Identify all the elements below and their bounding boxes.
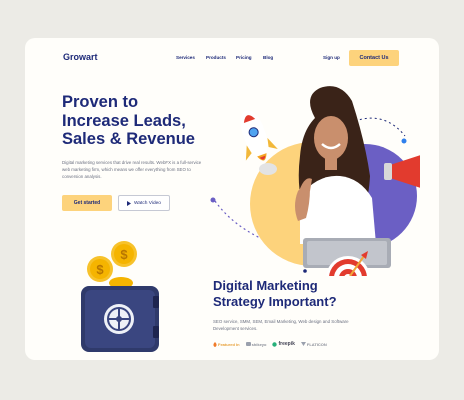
watch-video-label: Watch Video — [134, 200, 161, 206]
nav-link-services[interactable]: Services — [176, 55, 195, 60]
brand-freepik[interactable]: freepik — [272, 341, 295, 347]
vault-icon — [81, 286, 159, 352]
dot-top — [401, 138, 407, 144]
featured-label: Featured In — [213, 341, 240, 347]
nav-link-blog[interactable]: Blog — [263, 55, 273, 60]
logo[interactable]: Growart — [63, 52, 98, 62]
section-title: Digital Marketing Strategy Important? — [213, 278, 413, 310]
hero-description: Digital marketing services that drive re… — [62, 160, 202, 179]
landing-card: Growart Services Products Pricing Blog S… — [25, 38, 439, 360]
shikeyo-logo-icon — [245, 342, 251, 346]
watch-video-button[interactable]: Watch Video — [118, 195, 170, 211]
section-title-line-1: Digital Marketing — [213, 278, 318, 293]
dot-bottom — [303, 269, 307, 273]
coin-icon: $ — [87, 256, 113, 282]
flaticon-logo-icon — [300, 342, 306, 346]
signup-link[interactable]: Sign up — [323, 55, 340, 60]
contact-button[interactable]: Contact Us — [349, 50, 399, 66]
nav-link-pricing[interactable]: Pricing — [236, 55, 252, 60]
get-started-button[interactable]: Get started — [62, 195, 112, 211]
hero-headline-line-1: Proven to — [62, 93, 139, 111]
featured-label-text: Featured In — [218, 341, 240, 347]
vault-illustration: $ $ — [81, 241, 159, 352]
fire-icon — [213, 341, 217, 347]
dotted-path-top — [354, 117, 406, 137]
rocket-smoke — [259, 163, 277, 175]
brand-flaticon-label: FLATICON — [306, 341, 327, 347]
coin-icon: $ — [111, 241, 137, 267]
hero-headline-line-2: Increase Leads, — [62, 111, 186, 130]
hero-headline: Proven to Increase Leads, Sales & Revenu… — [62, 93, 222, 149]
freepik-logo-icon — [272, 341, 278, 347]
svg-text:$: $ — [120, 247, 128, 262]
section-description: SEO service, SMM, SEM, Email Marketing, … — [213, 319, 349, 331]
hero-illustration — [210, 86, 420, 276]
brand-shikeyo-label: shikeyo — [251, 341, 267, 347]
hero-headline-line-3: Sales & Revenue — [62, 130, 195, 148]
brand-flaticon[interactable]: FLATICON — [300, 341, 327, 347]
brand-freepik-label: freepik — [278, 341, 295, 347]
featured-row: Featured In shikeyo freepik FLATICON — [213, 341, 327, 347]
nav-link-products[interactable]: Products — [206, 55, 226, 60]
svg-text:$: $ — [96, 262, 104, 277]
brand-shikeyo[interactable]: shikeyo — [245, 341, 267, 347]
dot-left — [210, 197, 216, 203]
play-icon — [127, 200, 132, 206]
woman-figure — [295, 86, 376, 244]
section-title-line-2: Strategy Important? — [213, 294, 337, 309]
